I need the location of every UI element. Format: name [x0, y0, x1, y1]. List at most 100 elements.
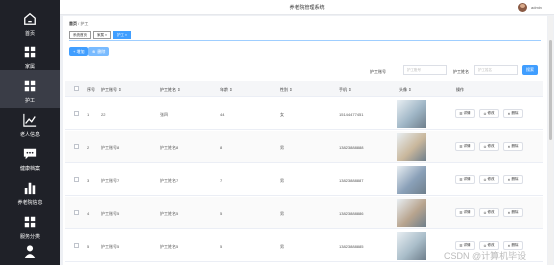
row-checkbox[interactable]	[74, 243, 79, 248]
sidebar-item-family[interactable]: 家属	[0, 36, 60, 74]
delete-row-button[interactable]: ✕ 删除	[503, 208, 523, 217]
row-checkbox[interactable]	[74, 177, 79, 182]
list-icon: ☰	[459, 210, 463, 215]
sidebar-item-service[interactable]: 服务分类	[0, 206, 60, 244]
table-row: 4 护工账号5 护工姓名5 5 男 13823888886 ☰ 详情 ⊙ 修改 ✕ 删除	[65, 197, 543, 229]
edit-button[interactable]: ⊙ 修改	[479, 109, 499, 118]
watermark: CSDN @计算机毕设	[444, 251, 527, 261]
sidebar-item-label: 健康档案	[19, 166, 40, 172]
cell-phone: 15144477451	[339, 112, 364, 117]
tab-bar: 系统首页 家属 × 护工 ×	[69, 31, 132, 39]
delete-row-button[interactable]: ✕ 删除	[503, 142, 523, 151]
cell-phone: 13823888885	[339, 244, 364, 249]
row-checkbox[interactable]	[74, 144, 79, 149]
bar-chart-icon	[24, 182, 36, 195]
edit-button-label: 修改	[487, 210, 495, 214]
tab-family[interactable]: 家属 ×	[93, 31, 112, 39]
header-gender[interactable]: 性别 ⇕	[280, 87, 292, 93]
row-checkbox[interactable]	[74, 210, 79, 215]
sidebar-item-caregiver[interactable]: 护工	[0, 70, 60, 108]
search-button[interactable]: 搜索	[522, 65, 538, 75]
search-input-name[interactable]: 护工姓名	[474, 65, 518, 75]
delete-row-button[interactable]: ✕ 删除	[503, 175, 523, 184]
sidebar: 首页 家属 护工 老人信息 健康档案 养老院信息 服务分类	[0, 0, 60, 265]
delete-row-button-label: 删除	[511, 144, 519, 148]
cell-gender: 男	[280, 211, 284, 216]
header-phone[interactable]: 手机 ⇕	[339, 87, 351, 93]
edit-icon: ⊙	[483, 111, 487, 116]
header-name[interactable]: 护工姓名 ⇕	[160, 87, 180, 93]
detail-button[interactable]: ☰ 详情	[455, 175, 475, 184]
cell-account: 护工账号5	[101, 244, 120, 249]
row-checkbox[interactable]	[74, 111, 79, 116]
breadcrumb-home[interactable]: 首页	[69, 21, 77, 26]
edit-button[interactable]: ⊙ 修改	[479, 175, 499, 184]
edit-button[interactable]: ⊙ 修改	[479, 142, 499, 151]
table-row: 1 22 张四 44 女 15144477451 ☰ 详情 ⊙ 修改 ✕ 删除	[65, 98, 543, 130]
avatar[interactable]	[518, 3, 527, 12]
search-input-account[interactable]: 护工账号	[403, 65, 447, 75]
edit-icon: ⊙	[483, 144, 487, 149]
cell-index: 2	[87, 145, 90, 150]
cell-name: 护工姓名7	[160, 178, 179, 183]
tab-home[interactable]: 系统首页	[69, 31, 91, 39]
cell-gender: 男	[280, 178, 284, 183]
edit-button[interactable]: ⊙ 修改	[479, 208, 499, 217]
sidebar-item-nursing-home[interactable]: 养老院信息	[0, 172, 60, 210]
caregiver-photo	[397, 199, 426, 227]
detail-button[interactable]: ☰ 详情	[455, 142, 475, 151]
cell-name: 护工姓名5	[160, 211, 179, 216]
user-name[interactable]: admin	[531, 5, 542, 10]
header-age[interactable]: 年龄 ⇕	[220, 87, 232, 93]
cell-age: 44	[220, 112, 225, 117]
cell-age: 8	[220, 145, 223, 150]
sidebar-item-elderly[interactable]: 老人信息	[0, 104, 60, 142]
scrollbar-thumb[interactable]	[549, 40, 552, 140]
grid-icon	[24, 80, 36, 92]
header-photo[interactable]: 头像 ⇕	[399, 87, 411, 93]
delete-row-button[interactable]: ✕ 删除	[503, 109, 523, 118]
close-icon: ✕	[507, 111, 511, 116]
delete-button[interactable]: ⊗ 删除	[88, 47, 110, 56]
table-header: 序号 护工账号 ⇕ 护工姓名 ⇕ 年龄 ⇕ 性别 ⇕ 手机 ⇕ 头像 ⇕ 操作	[65, 81, 543, 97]
detail-button[interactable]: ☰ 详情	[455, 109, 475, 118]
sidebar-item-user[interactable]	[0, 240, 60, 265]
cell-account: 护工账号7	[101, 178, 120, 183]
detail-button[interactable]: ☰ 详情	[455, 208, 475, 217]
breadcrumb-current: 护工	[80, 21, 89, 26]
breadcrumb: 首页 / 护工	[69, 21, 88, 27]
detail-button-label: 详情	[463, 243, 471, 247]
caregiver-photo	[397, 232, 426, 260]
table-row: 3 护工账号7 护工姓名7 7 男 13823888887 ☰ 详情 ⊙ 修改 ✕ 删除	[65, 164, 543, 196]
home-icon	[24, 12, 36, 25]
delete-button-label: 删除	[97, 48, 106, 54]
sidebar-item-label: 服务分类	[19, 234, 40, 240]
list-icon: ☰	[459, 144, 463, 149]
detail-button-label: 详情	[463, 210, 471, 214]
cell-age: 7	[220, 178, 223, 183]
cell-phone: 13823888886	[339, 211, 364, 216]
app-title: 养老院管理系统	[289, 5, 325, 11]
search-label-account: 护工账号	[370, 69, 386, 74]
list-icon: ☰	[459, 177, 463, 182]
delete-row-button-label: 删除	[511, 111, 519, 115]
edit-icon: ⊙	[483, 243, 487, 248]
cell-phone: 13823888888	[339, 145, 364, 150]
delete-row-button-label: 删除	[511, 243, 519, 247]
cell-index: 4	[87, 211, 90, 216]
cell-gender: 男	[280, 145, 284, 150]
tab-caregiver[interactable]: 护工 ×	[113, 31, 132, 39]
trend-icon	[23, 113, 37, 127]
cell-name: 护工姓名5	[160, 244, 179, 249]
cell-account: 护工账号5	[101, 211, 120, 216]
cell-index: 3	[87, 178, 90, 183]
close-icon: ✕	[507, 177, 511, 182]
sidebar-item-health[interactable]: 健康档案	[0, 138, 60, 176]
header-account[interactable]: 护工账号 ⇕	[101, 87, 121, 93]
select-all-checkbox[interactable]	[74, 86, 79, 91]
list-icon: ☰	[459, 243, 463, 248]
sidebar-item-label: 家属	[24, 64, 35, 70]
add-button[interactable]: + 增加	[69, 47, 89, 56]
delete-row-button-label: 删除	[511, 210, 519, 214]
table-row: 2 护工账号8 护工姓名8 8 男 13823888888 ☰ 详情 ⊙ 修改 ✕ 删除	[65, 131, 543, 163]
